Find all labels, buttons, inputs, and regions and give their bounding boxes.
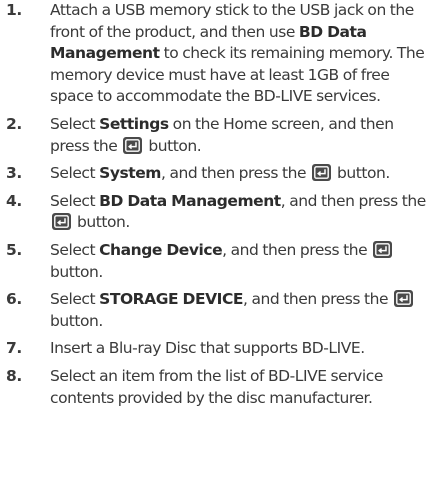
menu-item-name: System [99, 164, 161, 183]
step-text: button. [73, 213, 130, 232]
step-number: 6. [6, 290, 22, 309]
step-text: Select [50, 191, 100, 210]
step-text: button. [50, 311, 103, 330]
enter-button-icon [123, 136, 143, 154]
step-item: 4. Select BD Data Management, and then pr… [0, 191, 441, 234]
enter-button-icon [373, 240, 393, 258]
step-text: , and then press the [280, 191, 427, 210]
instruction-steps-list: 1. Attach a USB memory stick to the USB j… [0, 0, 441, 409]
step-item: 1. Attach a USB memory stick to the USB j… [0, 0, 441, 108]
step-text: , and then press the [222, 240, 372, 259]
step-text: Insert a Blu-ray Disc that supports BD-L… [50, 339, 365, 358]
menu-item-name: Change Device [99, 240, 223, 259]
step-text: Select [50, 290, 100, 309]
step-text: button. [144, 136, 202, 155]
step-item: 8. Select an item from the list of BD-LIV… [0, 366, 441, 409]
step-number: 4. [6, 191, 22, 210]
step-text: Select [50, 240, 100, 259]
step-item: 6. Select STORAGE DEVICE, and then press … [0, 289, 441, 332]
menu-item-name: Settings [99, 114, 169, 133]
step-number: 3. [6, 164, 22, 183]
step-text: Select an item from the list of BD-LIVE … [50, 366, 383, 407]
enter-button-icon [394, 290, 414, 308]
step-number: 1. [6, 1, 22, 19]
step-text: , and then press the [160, 164, 311, 183]
step-text: button. [333, 164, 390, 183]
step-number: 5. [6, 240, 22, 259]
enter-button-icon [52, 213, 71, 231]
step-item: 3. Select System, and then press the butt… [0, 163, 441, 185]
step-text: button. [50, 262, 103, 281]
menu-item-name: BD Data Management [99, 191, 281, 210]
step-item: 7. Insert a Blu-ray Disc that supports BD… [0, 338, 441, 360]
step-item: 2. Select Settings on the Home screen, an… [0, 114, 441, 157]
step-text: Select [50, 114, 100, 133]
step-number: 2. [6, 114, 22, 133]
step-text: , and then press the [243, 290, 393, 309]
step-number: 7. [6, 339, 22, 358]
enter-button-icon [312, 164, 332, 182]
step-item: 5. Select Change Device, and then press t… [0, 240, 441, 283]
menu-item-name: STORAGE DEVICE [99, 290, 244, 309]
step-number: 8. [6, 366, 22, 385]
step-text: Select [50, 164, 100, 183]
